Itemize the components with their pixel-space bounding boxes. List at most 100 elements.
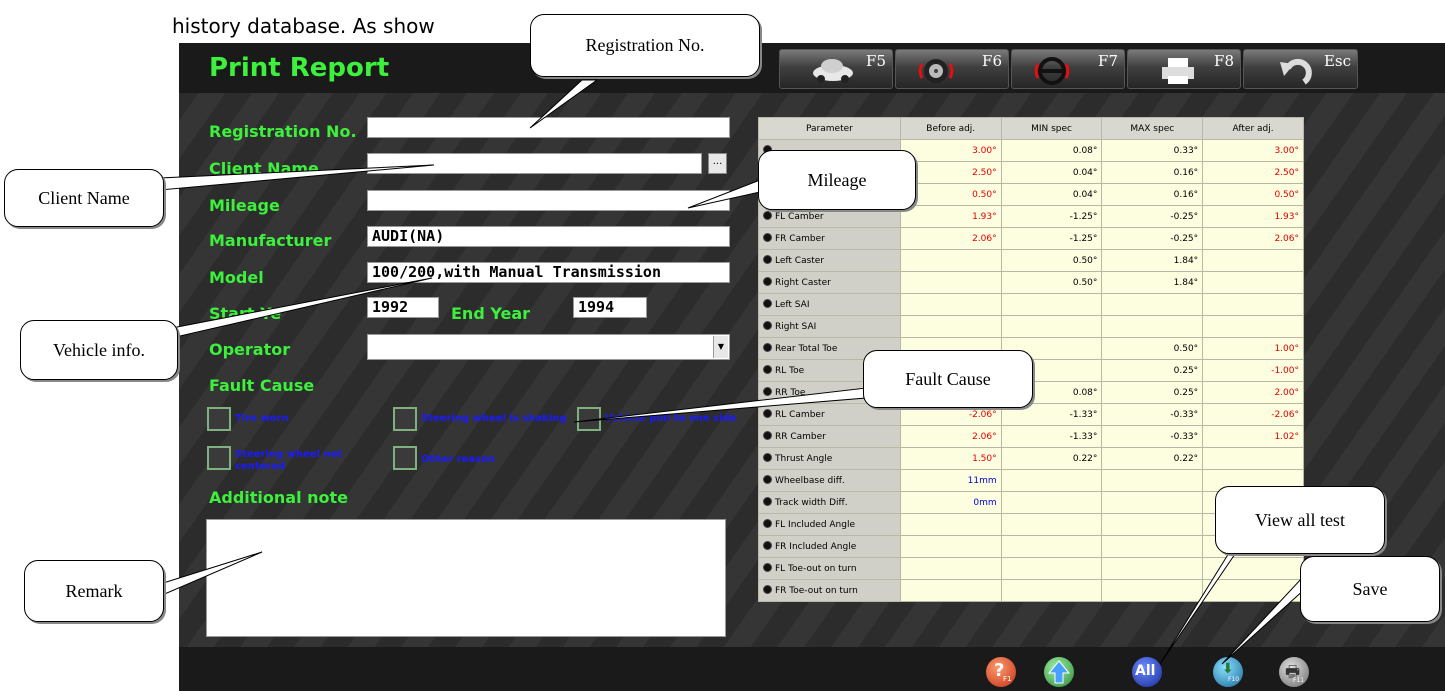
bottom-toolbar: ? F1 All ⬇ F10 🖶 F11 bbox=[179, 647, 1445, 691]
mileage-field[interactable] bbox=[367, 190, 730, 211]
value-cell-before bbox=[899, 513, 1002, 536]
manufacturer-field[interactable]: AUDI(NA) bbox=[367, 226, 730, 247]
value-cell-max bbox=[1101, 315, 1204, 338]
fault-option-label: Vehicle pull to one side bbox=[605, 413, 737, 424]
table-header: MIN spec bbox=[1000, 117, 1103, 140]
value-cell-max: 0.16° bbox=[1101, 183, 1204, 206]
callout-vehicle-info: Vehicle info. bbox=[20, 320, 178, 380]
manufacturer-label: Manufacturer bbox=[209, 231, 332, 250]
client-name-field[interactable] bbox=[367, 153, 702, 174]
parameter-cell: Thrust Angle bbox=[758, 447, 901, 470]
wheel-icon bbox=[918, 59, 954, 83]
value-cell-after: 1.00° bbox=[1202, 337, 1304, 360]
parameter-cell: Right SAI bbox=[758, 315, 901, 338]
parameter-cell: Right Caster bbox=[758, 271, 901, 294]
f5-vehicle-button[interactable]: F5 bbox=[779, 49, 893, 89]
table-header: Before adj. bbox=[899, 117, 1002, 140]
fault-checkbox-steering-shaking[interactable] bbox=[393, 407, 417, 431]
fault-checkbox-tire-worn[interactable] bbox=[207, 407, 231, 431]
operator-label: Operator bbox=[209, 340, 291, 359]
client-name-label: Client Name bbox=[209, 159, 319, 178]
help-button[interactable]: ? F1 bbox=[986, 657, 1016, 687]
esc-back-button[interactable]: Esc bbox=[1243, 49, 1358, 89]
f7-steering-button[interactable]: F7 bbox=[1011, 49, 1125, 89]
value-cell-max bbox=[1101, 513, 1204, 536]
help-key-label: F1 bbox=[1003, 675, 1012, 683]
view-all-button[interactable]: All bbox=[1132, 657, 1162, 687]
value-cell-before bbox=[899, 535, 1002, 558]
registration-label: Registration No. bbox=[209, 122, 357, 141]
operator-select[interactable] bbox=[367, 334, 730, 360]
value-cell-max: 0.50° bbox=[1101, 337, 1204, 360]
value-cell-before: 3.00° bbox=[899, 139, 1002, 162]
parameter-cell: Left Caster bbox=[758, 249, 901, 272]
value-cell-max: -0.25° bbox=[1101, 227, 1204, 250]
value-cell-before bbox=[899, 315, 1002, 338]
f8-label: F8 bbox=[1214, 52, 1234, 70]
wheel-icon bbox=[763, 233, 772, 242]
parameter-cell: FL Included Angle bbox=[758, 513, 901, 536]
additional-note-textarea[interactable] bbox=[206, 519, 726, 637]
wheel-icon bbox=[763, 497, 772, 506]
value-cell-before bbox=[899, 293, 1002, 316]
start-year-field[interactable]: 1992 bbox=[367, 297, 439, 318]
value-cell-before: 2.06° bbox=[899, 227, 1002, 250]
callout-save: Save bbox=[1300, 556, 1440, 622]
parameter-name: Left Caster bbox=[775, 256, 825, 266]
parameter-cell: Track width Diff. bbox=[758, 491, 901, 514]
parameter-cell: RR Camber bbox=[758, 425, 901, 448]
mileage-label: Mileage bbox=[209, 196, 280, 215]
value-cell-min bbox=[1000, 469, 1103, 492]
table-row: FR Camber 2.06° -1.25° -0.25° 2.06° bbox=[758, 227, 1304, 250]
value-cell-max: -0.25° bbox=[1101, 205, 1204, 228]
fault-option-label: Tire worn bbox=[235, 413, 289, 424]
wheel-icon bbox=[763, 387, 772, 396]
parameter-name: RL Camber bbox=[775, 410, 825, 420]
f8-print-button[interactable]: F8 bbox=[1127, 49, 1241, 89]
value-cell-max bbox=[1101, 535, 1204, 558]
print-button[interactable]: 🖶 F11 bbox=[1279, 657, 1309, 687]
parameter-name: Track width Diff. bbox=[775, 498, 848, 508]
value-cell-after: 1.02° bbox=[1202, 425, 1304, 448]
value-cell-max: 0.22° bbox=[1101, 447, 1204, 470]
table-row: Left SAI bbox=[758, 293, 1304, 316]
parameter-name: Rear Total Toe bbox=[775, 344, 838, 354]
parameter-cell: Left SAI bbox=[758, 293, 901, 316]
client-browse-button[interactable]: ... bbox=[708, 153, 727, 174]
parameter-name: FL Included Angle bbox=[775, 520, 855, 530]
fault-checkbox-vehicle-pull[interactable] bbox=[577, 407, 601, 431]
table-row: Thrust Angle 1.50° 0.22° 0.22° bbox=[758, 447, 1304, 470]
callout-fault-cause: Fault Cause bbox=[863, 350, 1033, 408]
end-year-field[interactable]: 1994 bbox=[573, 297, 647, 318]
upload-button[interactable] bbox=[1044, 657, 1074, 687]
value-cell-max: -0.33° bbox=[1101, 425, 1204, 448]
value-cell-min: -1.33° bbox=[1000, 425, 1103, 448]
value-cell-before bbox=[899, 271, 1002, 294]
value-cell-after bbox=[1202, 557, 1304, 580]
fault-option-label: Other reason bbox=[421, 454, 495, 465]
end-year-label: End Year bbox=[451, 304, 530, 323]
document-text: history database. As show bbox=[172, 14, 435, 38]
save-button[interactable]: ⬇ F10 bbox=[1213, 657, 1243, 687]
value-cell-max: 1.84° bbox=[1101, 271, 1204, 294]
parameter-name: Thrust Angle bbox=[775, 454, 833, 464]
registration-field[interactable] bbox=[367, 117, 730, 138]
value-cell-min: -1.25° bbox=[1000, 205, 1103, 228]
table-row: RR Camber 2.06° -1.33° -0.33° 1.02° bbox=[758, 425, 1304, 448]
operator-dropdown-icon[interactable]: ▼ bbox=[713, 336, 728, 358]
start-year-label: Start Ye bbox=[209, 304, 282, 323]
value-cell-min bbox=[1000, 315, 1103, 338]
table-header: Parameter bbox=[758, 117, 901, 140]
model-field[interactable]: 100/200,with Manual Transmission bbox=[367, 262, 730, 283]
fault-checkbox-steering-not-centered[interactable] bbox=[207, 446, 231, 470]
back-arrow-icon bbox=[1280, 58, 1312, 85]
wheel-icon bbox=[763, 585, 772, 594]
f6-wheel-button[interactable]: F6 bbox=[895, 49, 1009, 89]
value-cell-max bbox=[1101, 469, 1204, 492]
wheel-icon bbox=[763, 431, 772, 440]
wheel-icon bbox=[763, 211, 772, 220]
callout-client-name: Client Name bbox=[4, 169, 164, 227]
save-key-label: F10 bbox=[1228, 676, 1240, 683]
fault-checkbox-other-reason[interactable] bbox=[393, 446, 417, 470]
value-cell-max bbox=[1101, 557, 1204, 580]
